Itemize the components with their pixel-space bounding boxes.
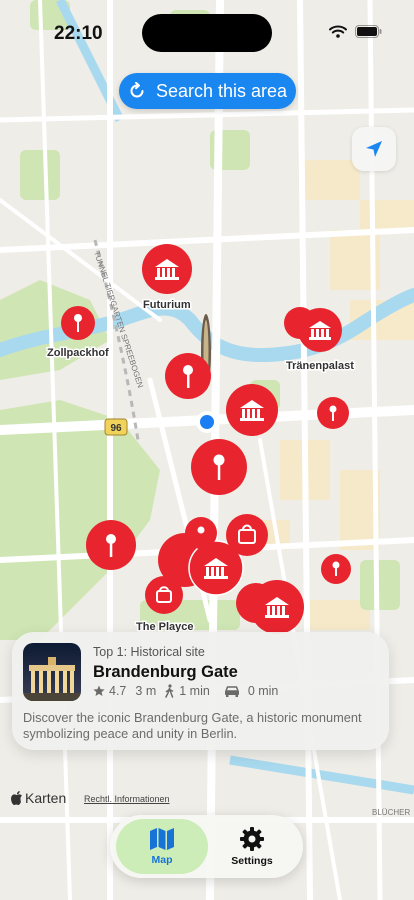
map-label-bluecher: BLÜCHER (372, 808, 410, 817)
gear-icon (240, 827, 264, 851)
pin-marker-icon[interactable] (185, 517, 217, 549)
status-time: 22:10 (54, 23, 103, 44)
pin-marker-icon[interactable] (165, 353, 211, 399)
status-bar: 22:10 (0, 0, 414, 60)
battery-icon (355, 25, 382, 38)
dynamic-island (142, 14, 272, 52)
place-meta: 4.7 3 m 1 min 0 min (93, 684, 278, 698)
apple-logo-icon (11, 791, 22, 805)
karten-label: Karten (25, 790, 67, 806)
place-drive-time: 0 min (247, 684, 279, 698)
pin-marker-icon[interactable] (61, 306, 95, 340)
status-icons (329, 25, 382, 38)
pin-marker-icon[interactable] (191, 439, 247, 495)
place-card[interactable]: Top 1: Historical site Brandenburg Gate … (12, 632, 389, 750)
tab-bar: Map Settings (110, 815, 303, 878)
place-description: Discover the iconic Brandenburg Gate, a … (23, 710, 362, 741)
pin-marker-icon[interactable] (321, 554, 351, 584)
locate-me-button[interactable] (352, 127, 396, 171)
tab-map-label: Map (151, 854, 173, 866)
location-arrow-icon (366, 141, 382, 157)
place-thumbnail (23, 643, 81, 701)
pin-marker-icon[interactable] (317, 397, 349, 429)
tab-settings-label: Settings (231, 855, 273, 867)
shopping-bag-marker-icon[interactable] (226, 514, 268, 556)
map-attribution-logo: Karten (11, 790, 66, 806)
svg-text:96: 96 (110, 423, 122, 434)
car-icon (224, 686, 239, 697)
pin-marker-icon[interactable] (86, 520, 136, 570)
search-this-area-button[interactable]: Search this area (119, 73, 296, 109)
star-icon (93, 685, 105, 696)
map-label-traenenpalast: Tränenpalast (286, 360, 354, 372)
shopping-bag-marker-icon[interactable] (145, 576, 183, 614)
walking-icon (165, 684, 174, 698)
map-icon (150, 828, 174, 850)
wifi-icon (329, 25, 347, 38)
tab-settings[interactable]: Settings (208, 819, 296, 874)
place-rating: 4.7 (109, 684, 127, 698)
search-this-area-label: Search this area (155, 80, 288, 101)
road-shield-96: 96 (104, 418, 128, 436)
place-walk-time: 1 min (179, 684, 210, 698)
tab-map[interactable]: Map (116, 819, 208, 874)
place-distance: 3 m (135, 684, 157, 698)
refresh-icon (130, 82, 144, 98)
user-location-dot (196, 411, 218, 433)
museum-marker-icon[interactable] (142, 244, 192, 294)
map-label-zollpackhof: Zollpackhof (47, 347, 109, 359)
place-subtitle: Top 1: Historical site (93, 645, 205, 659)
legal-info-link[interactable]: Rechtl. Informationen (84, 794, 170, 804)
map-label-futurium: Futurium (143, 299, 191, 311)
place-title: Brandenburg Gate (93, 663, 238, 681)
museum-marker-icon[interactable] (226, 384, 278, 436)
